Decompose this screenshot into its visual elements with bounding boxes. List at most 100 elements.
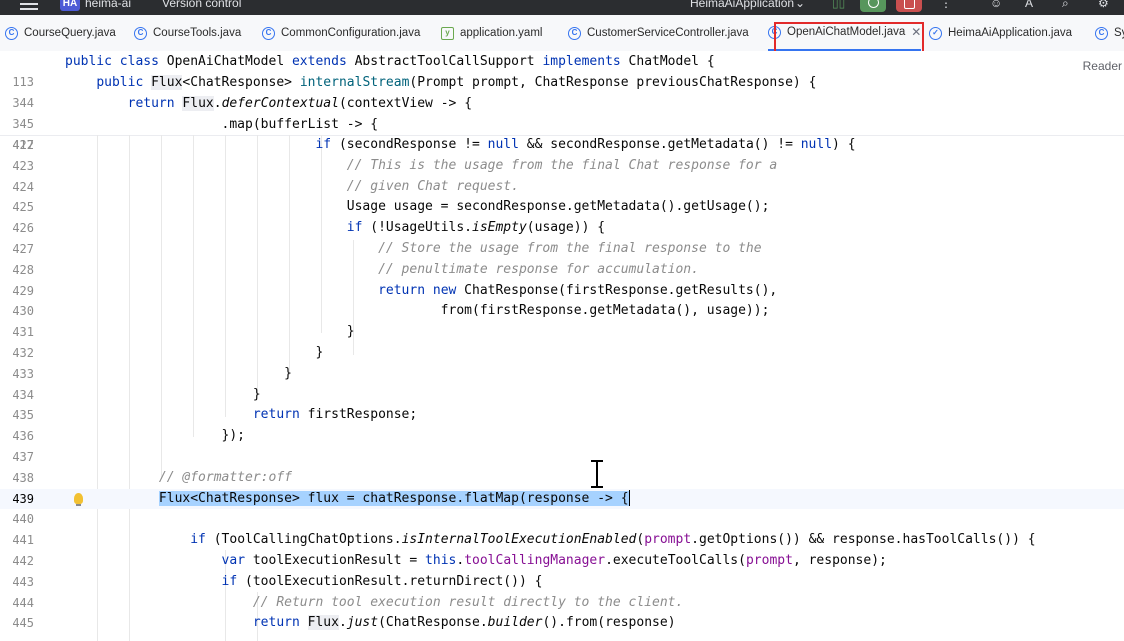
code-line[interactable]: 442 var toolExecutionResult = this.toolC… [0,551,1124,572]
line-number: 442 [12,553,34,568]
code-text-selected: Flux<ChatResponse> flux = chatResponse.f… [158,490,630,507]
code-text: public class OpenAiChatModel extends Abs… [65,54,715,69]
code-comment: // Store the usage from the final respon… [65,240,762,256]
line-number: 444 [12,595,34,610]
line-number: 436 [12,429,34,444]
code-text: } [65,324,355,340]
sticky-line[interactable]: 417 .map(bufferList -> { [0,114,1124,152]
code-line[interactable]: 427 // Store the usage from the final re… [0,239,1124,260]
java-class-icon: C [568,26,581,40]
main-menu-icon[interactable] [20,0,38,13]
tab-coursetools[interactable]: C CourseTools.java [134,15,241,51]
debug-button[interactable] [860,0,886,12]
line-number: 440 [12,512,34,527]
chevron-down-icon[interactable]: ⌄ [795,0,805,10]
code-text: } [65,386,261,402]
tab-heimaaiapplication[interactable]: ✓ HeimaAiApplication.java [929,15,1072,51]
code-line[interactable]: 424 // given Chat request. [0,177,1124,198]
tab-coursequery[interactable]: C CourseQuery.java [5,15,116,51]
code-text: if (secondResponse != null && secondResp… [315,137,856,152]
code-line[interactable]: 428 // penultimate response for accumula… [0,260,1124,281]
code-line[interactable]: 434 } [0,385,1124,406]
tab-label: Sy [1114,27,1124,39]
search-icon[interactable]: ⌕ [1062,0,1069,11]
code-text: } [65,365,292,381]
code-text: return Flux.deferContextual(contextView … [127,96,473,111]
code-comment: // given Chat request. [65,178,519,194]
editor-tab-bar: C CourseQuery.java C CourseTools.java C Com… [0,15,1124,52]
code-editor[interactable]: 422 if (secondResponse != null && second… [0,135,1124,634]
code-line[interactable]: 422 if (secondResponse != null && second… [0,135,1124,156]
sticky-line[interactable]: 113 public class OpenAiChatModel extends … [0,51,1124,89]
reader-mode-toggle[interactable]: Reader [1083,59,1122,73]
code-comment: // penultimate response for accumulation… [65,261,699,277]
yaml-file-icon: y [441,26,454,40]
code-line[interactable]: 441 if (ToolCallingChatOptions.isInterna… [0,530,1124,551]
code-line[interactable]: 429 return new ChatResponse(firstRespons… [0,281,1124,302]
code-line[interactable]: 444 // Return tool execution result dire… [0,593,1124,614]
line-number: 430 [12,304,34,319]
code-line[interactable]: 425 Usage usage = secondResponse.getMeta… [0,197,1124,218]
code-text: return firstResponse; [252,407,418,423]
line-number: 438 [12,470,34,485]
code-line[interactable]: 432 } [0,343,1124,364]
line-number: 424 [12,179,34,194]
settings-gear-icon[interactable]: ⚙ [1098,0,1109,10]
code-line[interactable]: 433 } [0,364,1124,385]
version-control-widget[interactable]: Version control [162,0,241,10]
code-line[interactable]: 426 if (!UsageUtils.isEmpty(usage)) { [0,218,1124,239]
line-number: 435 [12,408,34,423]
code-line[interactable]: 435 return firstResponse; [0,405,1124,426]
code-text: public Flux<ChatResponse> internalStream… [96,75,817,90]
project-name[interactable]: heima-ai [85,0,131,10]
tab-application-yaml[interactable]: y application.yaml [441,15,542,51]
spring-app-icon: ✓ [929,26,942,40]
code-line[interactable]: 430 from(firstResponse.getMetadata(), us… [0,301,1124,322]
line-number: 429 [12,283,34,298]
translate-icon[interactable]: A [1025,0,1033,10]
tab-openaichatmodel[interactable]: C OpenAiChatModel.java ✕ [768,15,922,51]
tab-customerservicecontroller[interactable]: C CustomerServiceController.java [568,15,749,51]
project-badge[interactable]: HA [60,0,80,11]
java-class-icon: C [5,26,18,40]
stop-button[interactable] [896,0,922,12]
code-line-current[interactable]: 439 Flux<ChatResponse> flux = chatRespon… [0,488,1124,510]
sticky-line[interactable]: 344 public Flux<ChatResponse> internalSt… [0,72,1124,110]
code-line[interactable]: 443 if (toolExecutionResult.returnDirect… [0,572,1124,593]
code-line[interactable]: 437 [0,447,1124,468]
java-class-icon: C [768,25,781,39]
code-line[interactable]: 423 // This is the usage from the final … [0,156,1124,177]
code-text: .map(bufferList -> { [65,117,379,132]
line-number: 432 [12,345,34,360]
java-class-icon: C [262,26,275,40]
code-text: if (ToolCallingChatOptions.isInternalToo… [190,532,1036,548]
tab-label: application.yaml [460,27,543,39]
code-text: Usage usage = secondResponse.getMetadata… [65,199,770,215]
text-cursor-icon [591,460,603,488]
code-comment: // Return tool execution result directly… [65,594,684,610]
tab-label: CourseTools.java [153,27,242,39]
code-line[interactable]: 440 [0,509,1124,530]
tab-label: OpenAiChatModel.java [787,26,906,38]
line-number: 434 [12,387,34,402]
add-user-icon[interactable]: ☺ [990,0,1002,10]
line-number: 427 [12,241,34,256]
run-configuration-selector[interactable]: HeimaAiApplication [690,0,794,10]
tab-commonconfiguration[interactable]: C CommonConfiguration.java [262,15,420,51]
build-icon[interactable]: ▯▯ [832,0,845,10]
code-comment: // @formatter:off [65,469,292,485]
tab-label: CommonConfiguration.java [281,27,421,39]
more-actions-icon[interactable]: ⋮ [940,0,952,10]
code-line[interactable]: 438 // @formatter:off [0,468,1124,489]
code-text: var toolExecutionResult = this.toolCalli… [221,552,887,568]
code-line[interactable]: 445 return Flux.just(ChatResponse.builde… [0,613,1124,634]
java-class-icon: C [134,26,147,40]
tab-sy[interactable]: C Sy [1095,15,1124,51]
sticky-line[interactable]: 345 return Flux.deferContextual(contextV… [0,93,1124,131]
code-line[interactable]: 431 } [0,322,1124,343]
code-text: }); [65,428,246,444]
close-icon[interactable]: ✕ [911,25,921,39]
code-comment: // This is the usage from the final Chat… [65,157,778,173]
code-text: if (toolExecutionResult.returnDirect()) … [221,573,543,589]
code-line[interactable]: 436 }); [0,426,1124,447]
